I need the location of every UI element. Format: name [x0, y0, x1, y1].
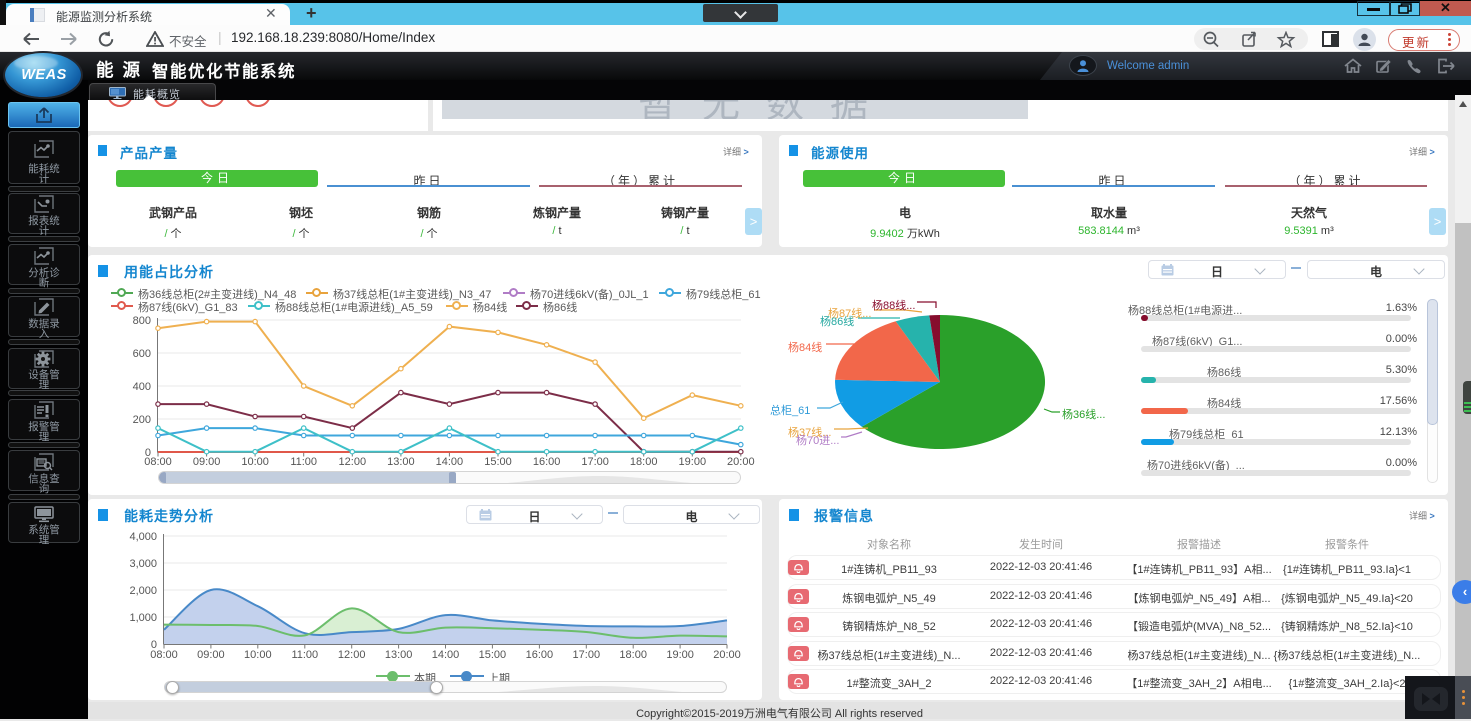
svg-text:15:00: 15:00: [479, 649, 507, 661]
svg-text:10:00: 10:00: [244, 649, 272, 661]
svg-text:12:00: 12:00: [338, 649, 366, 661]
svg-text:18:00: 18:00: [619, 649, 647, 661]
svg-text:4,000: 4,000: [129, 531, 157, 543]
svg-text:1,000: 1,000: [129, 612, 157, 624]
svg-text:11:00: 11:00: [291, 649, 318, 661]
svg-text:19:00: 19:00: [666, 649, 694, 661]
svg-text:17:00: 17:00: [573, 649, 601, 661]
svg-text:14:00: 14:00: [432, 649, 460, 661]
svg-text:2,000: 2,000: [129, 585, 157, 597]
svg-text:16:00: 16:00: [526, 649, 554, 661]
svg-text:3,000: 3,000: [129, 558, 157, 570]
svg-text:09:00: 09:00: [197, 649, 225, 661]
svg-text:20:00: 20:00: [713, 649, 741, 661]
svg-text:13:00: 13:00: [385, 649, 413, 661]
svg-text:08:00: 08:00: [150, 649, 178, 661]
